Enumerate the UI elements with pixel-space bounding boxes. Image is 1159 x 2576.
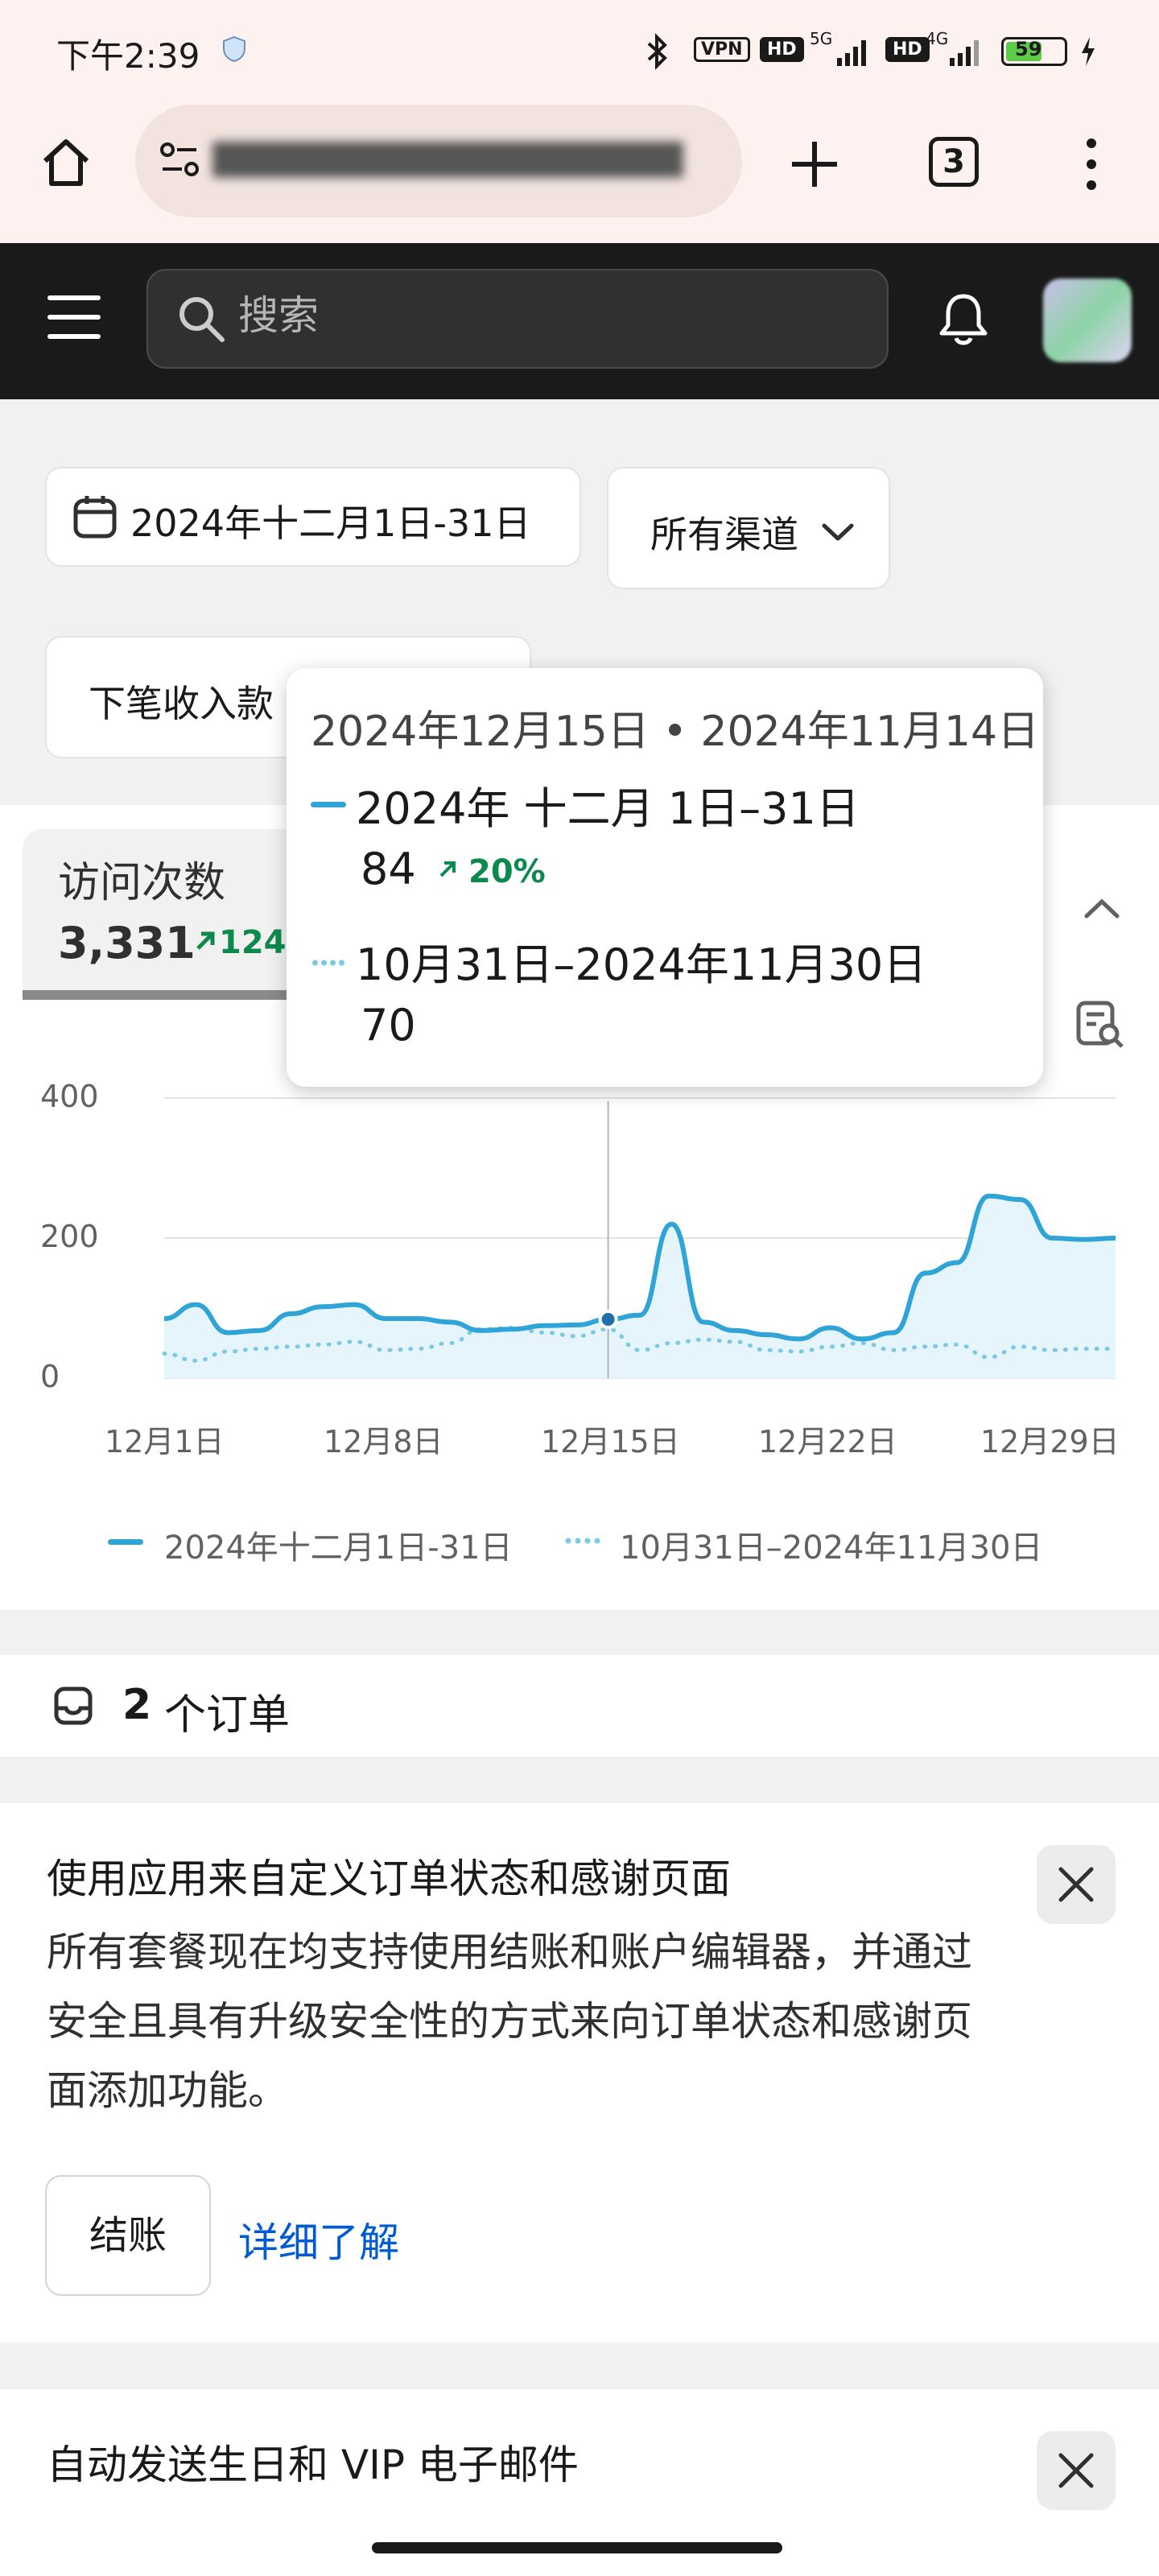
metric-value: 3,331 [58, 918, 196, 968]
avatar[interactable] [1043, 279, 1132, 362]
hd-badge-1: HD [760, 37, 804, 62]
search-input[interactable] [237, 291, 852, 340]
x-tick-dec-15: 12月15日 [541, 1424, 680, 1459]
legend-label-previous: 10月31日–2024年11月30日 [620, 1530, 1043, 1567]
bluetooth-icon [641, 32, 674, 74]
comparison-metric-label: 下笔收入款 [89, 682, 274, 725]
search-bar[interactable] [146, 269, 889, 369]
promo-title: 自动发送生日和 VIP 电子邮件 [47, 2442, 579, 2488]
promo-body-line-1: 所有套餐现在均支持使用结账和账户编辑器，并通过 [47, 1929, 972, 1975]
site-settings-icon[interactable] [158, 138, 201, 185]
channel-select-label: 所有渠道 [650, 513, 798, 556]
tooltip-swatch-previous [311, 960, 346, 966]
shield-icon [222, 35, 246, 63]
visits-line-chart[interactable] [0, 1046, 1159, 1401]
battery-icon: 59 [1001, 37, 1067, 66]
metric-label: 访问次数 [58, 859, 226, 907]
gesture-home-indicator[interactable] [372, 2542, 782, 2553]
tooltip-series-current-delta: 20% [468, 853, 546, 890]
close-icon [1056, 2450, 1096, 2494]
x-tick-dec-8: 12月8日 [324, 1424, 443, 1459]
new-tab-icon[interactable] [784, 134, 845, 198]
trend-up-icon [192, 927, 219, 958]
signal-icon-2 [934, 34, 993, 71]
promo-body-line-2: 安全且具有升级安全性的方式来向订单状态和感谢页 [47, 1998, 972, 2045]
status-bar: 下午2:39 VPN HD 5G HD 4G 59 [0, 0, 1159, 105]
dismiss-button[interactable] [1037, 2431, 1116, 2510]
channel-select[interactable]: 所有渠道 [607, 467, 890, 589]
search-icon [175, 293, 227, 348]
tooltip-header: 2024年12月15日 • 2024年11月14日 [311, 708, 1040, 756]
dismiss-button[interactable] [1037, 1845, 1116, 1924]
charging-icon [1079, 35, 1098, 71]
orders-card[interactable]: 2 个订单 [0, 1655, 1159, 1757]
x-tick-dec-1: 12月1日 [105, 1424, 225, 1459]
status-time: 下午2:39 [56, 36, 200, 76]
date-range-label: 2024年十二月1日-31日 [130, 502, 531, 545]
tab-switcher-button[interactable]: 3 [929, 137, 979, 187]
calendar-icon [71, 493, 119, 550]
close-icon [1056, 1864, 1096, 1908]
learn-more-link[interactable]: 详细了解 [238, 2211, 399, 2268]
legend-swatch-current [108, 1539, 143, 1545]
notification-bell-icon[interactable] [934, 290, 993, 353]
home-icon[interactable] [37, 134, 95, 195]
orders-count: 2 [122, 1681, 152, 1729]
hd-badge-2: HD [885, 37, 930, 62]
date-range-button[interactable]: 2024年十二月1日-31日 [45, 467, 581, 567]
address-bar[interactable]: ████████████████████ [135, 105, 742, 217]
hamburger-menu-icon[interactable] [47, 291, 101, 346]
vpn-badge: VPN [694, 37, 750, 62]
url-text-blurred: ████████████████████ [212, 142, 683, 177]
more-options-icon[interactable] [1075, 134, 1107, 198]
promo-title: 使用应用来自定义订单状态和感谢页面 [47, 1856, 731, 1902]
orders-label: 个订单 [164, 1691, 291, 1740]
promo-body-line-3: 面添加功能。 [47, 2067, 288, 2114]
tooltip-series-previous-label: 10月31日–2024年11月30日 [356, 939, 927, 990]
signal-icon-1 [813, 34, 872, 71]
tooltip-series-current-label: 2024年 十二月 1日–31日 [356, 783, 860, 834]
x-tick-dec-22: 12月22日 [758, 1424, 897, 1459]
hover-point-current [598, 1309, 618, 1329]
tooltip-swatch-current [311, 802, 346, 807]
inbox-icon [52, 1684, 95, 1731]
x-tick-dec-29: 12月29日 [980, 1424, 1120, 1459]
chart-tooltip: 2024年12月15日 • 2024年11月14日 2024年 十二月 1日–3… [287, 668, 1043, 1087]
checkout-button[interactable]: 结账 [45, 2175, 211, 2296]
collapse-chevron-up-icon[interactable] [1082, 892, 1122, 927]
chevron-down-icon [819, 514, 856, 557]
battery-level: 59 [1015, 38, 1042, 60]
legend-swatch-previous [563, 1538, 602, 1544]
legend-label-current: 2024年十二月1日-31日 [164, 1530, 513, 1567]
tooltip-series-previous-value: 70 [361, 1000, 416, 1051]
tooltip-series-current-value: 84 [361, 844, 416, 894]
trend-up-icon [436, 858, 459, 884]
promo-card-checkout-extensibility: 使用应用来自定义订单状态和感谢页面 所有套餐现在均支持使用结账和账户编辑器，并通… [0, 1803, 1159, 2343]
